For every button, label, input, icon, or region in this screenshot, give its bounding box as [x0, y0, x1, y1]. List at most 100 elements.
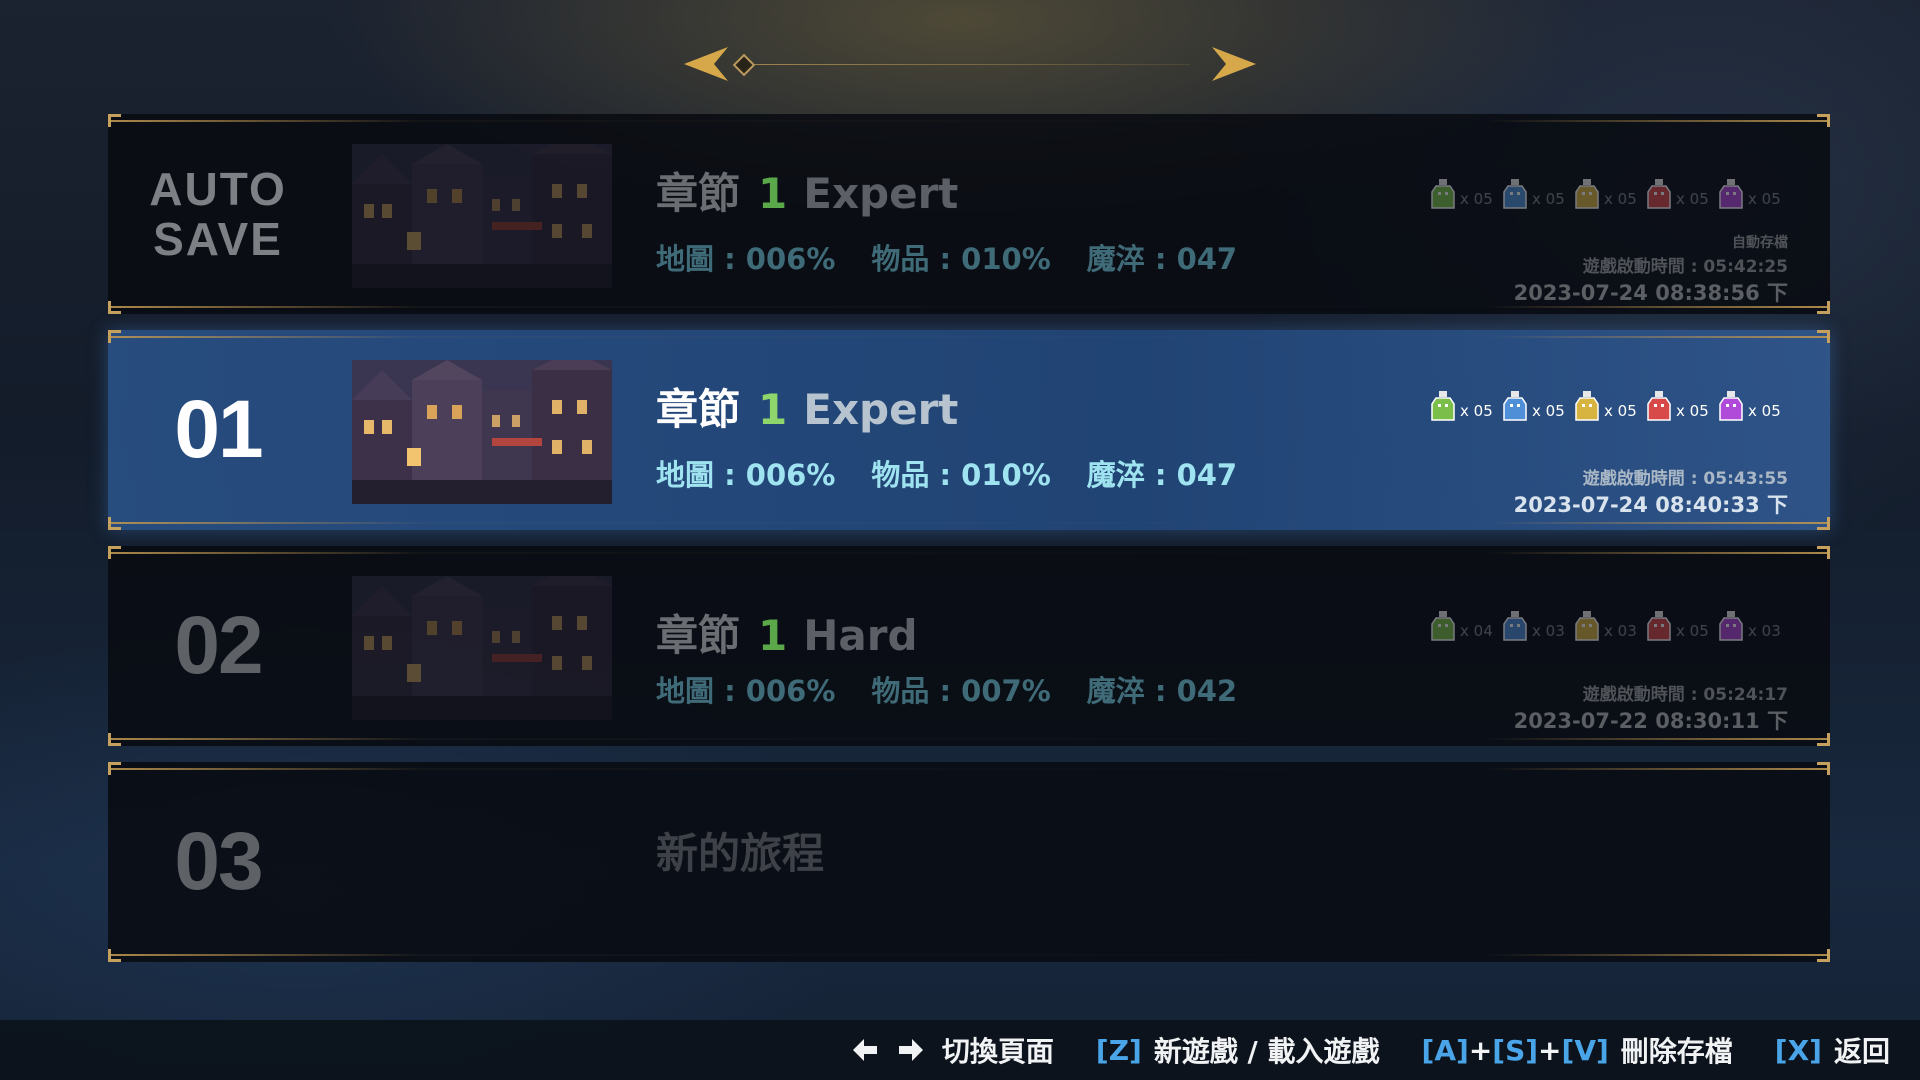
- save-slot-auto[interactable]: AUTO SAVE 章節 1 Expert 地圖 : 006% 物品 : 010% 魔淬…: [108, 114, 1830, 314]
- slot-corner: [108, 762, 121, 775]
- potion-count: x 03: [1748, 622, 1781, 640]
- red-potion-icon: [1646, 178, 1672, 210]
- slot-frame-top: [108, 120, 1830, 122]
- save-thumbnail: [352, 360, 612, 504]
- slot-corner: [108, 517, 121, 530]
- green-potion-icon: [1430, 390, 1456, 422]
- map-progress: 地圖 : 006%: [656, 242, 836, 276]
- slot-corner: [1817, 762, 1830, 775]
- yellow-potion-icon: [1574, 178, 1600, 210]
- save-slot-03[interactable]: 03 新的旅程: [108, 762, 1830, 962]
- item-progress: 物品 : 007%: [871, 674, 1051, 708]
- save-meta: 遊戲啟動時間 : 05:24:17 2023-07-22 08:30:11 下: [1514, 680, 1788, 735]
- potion-count: x 05: [1676, 622, 1709, 640]
- slot-frame-bottom: [108, 522, 1830, 524]
- slot-frame-top: [108, 336, 1830, 338]
- map-progress: 地圖 : 006%: [656, 674, 836, 708]
- chapter-number: 1: [758, 169, 788, 218]
- delete-save-label: 刪除存檔: [1620, 1035, 1733, 1068]
- slot-number: 01: [174, 384, 263, 475]
- potion-count: x 05: [1676, 190, 1709, 208]
- blue-potion-icon: [1502, 390, 1528, 422]
- back-label: 返回: [1833, 1035, 1890, 1068]
- page-indicator-line: [750, 64, 1190, 65]
- essence-count: 魔淬 : 042: [1086, 674, 1238, 708]
- potion-blue: x 05: [1502, 390, 1570, 422]
- chapter-label: 章節 1 Expert: [656, 160, 958, 221]
- potion-count: x 05: [1532, 190, 1565, 208]
- chapter-number: 1: [758, 385, 788, 434]
- progress-stats: 地圖 : 006% 物品 : 007% 魔淬 : 042: [656, 668, 1273, 710]
- plus-sign: +: [1468, 1033, 1493, 1067]
- slot-number: 02: [174, 600, 263, 691]
- potion-purple: x 05: [1718, 390, 1786, 422]
- page-switcher: [680, 45, 1260, 85]
- slot-corner: [1817, 517, 1830, 530]
- hint-delete: [A] + [S] + [V] 刪除存檔: [1422, 1030, 1733, 1070]
- potion-list: x 05 x 05 x 05 x 05 x 05: [1430, 178, 1786, 210]
- slot-corner: [1817, 949, 1830, 962]
- slot-corner: [1817, 546, 1830, 559]
- potion-count: x 05: [1748, 190, 1781, 208]
- potion-list: x 04 x 03 x 03 x 05 x 03: [1430, 610, 1786, 642]
- page-prev-arrow-icon[interactable]: [680, 45, 730, 83]
- potion-green: x 05: [1430, 390, 1498, 422]
- potion-red: x 05: [1646, 610, 1714, 642]
- potion-count: x 03: [1604, 622, 1637, 640]
- potion-count: x 05: [1604, 402, 1637, 420]
- potion-count: x 03: [1532, 622, 1565, 640]
- progress-stats: 地圖 : 006% 物品 : 010% 魔淬 : 047: [656, 236, 1273, 278]
- key-a: [A]: [1421, 1033, 1469, 1067]
- slot-number: 03: [174, 816, 263, 907]
- hint-new-load: [Z] 新遊戲 / 載入遊戲: [1096, 1030, 1380, 1070]
- essence-count: 魔淬 : 047: [1086, 242, 1238, 276]
- potion-count: x 05: [1676, 402, 1709, 420]
- left-arrow-key-icon: [852, 1039, 877, 1061]
- control-hints-bar: 切換頁面 [Z] 新遊戲 / 載入遊戲 [A] + [S] + [V] 刪除存檔 [X]…: [0, 1020, 1920, 1080]
- difficulty-label: Expert: [803, 385, 959, 434]
- save-slot-02[interactable]: 02 章節 1 Hard 地圖 : 006% 物品 : 007% 魔淬 : 042 x …: [108, 546, 1830, 746]
- slot-corner: [1817, 301, 1830, 314]
- slot-corner: [108, 546, 121, 559]
- slot-corner: [1817, 114, 1830, 127]
- play-time: 遊戲啟動時間 : 05:42:25: [1582, 257, 1788, 277]
- new-load-label: 新遊戲 / 載入遊戲: [1153, 1035, 1380, 1068]
- progress-stats: 地圖 : 006% 物品 : 010% 魔淬 : 047: [656, 452, 1273, 494]
- chapter-text: 章節: [656, 169, 741, 218]
- potion-yellow: x 05: [1574, 390, 1642, 422]
- purple-potion-icon: [1718, 390, 1744, 422]
- potion-count: x 05: [1532, 402, 1565, 420]
- purple-potion-icon: [1718, 178, 1744, 210]
- new-journey-label: 新的旅程: [656, 829, 825, 878]
- slot-frame-top: [108, 768, 1830, 770]
- potion-count: x 04: [1460, 622, 1493, 640]
- potion-blue: x 05: [1502, 178, 1570, 210]
- slot-corner: [1817, 330, 1830, 343]
- save-meta: 自動存檔 遊戲啟動時間 : 05:42:25 2023-07-24 08:38:…: [1514, 232, 1788, 307]
- blue-potion-icon: [1502, 610, 1528, 642]
- potion-purple: x 05: [1718, 178, 1786, 210]
- item-progress: 物品 : 010%: [871, 242, 1051, 276]
- potion-purple: x 03: [1718, 610, 1786, 642]
- page-next-arrow-icon[interactable]: [1210, 45, 1260, 83]
- save-date: 2023-07-24 08:40:33 下: [1513, 493, 1788, 517]
- key-x: [X]: [1774, 1033, 1822, 1067]
- essence-count: 魔淬 : 047: [1086, 458, 1238, 492]
- hint-back: [X] 返回: [1775, 1030, 1890, 1070]
- slot-corner: [108, 330, 121, 343]
- yellow-potion-icon: [1574, 610, 1600, 642]
- save-slot-01[interactable]: 01 章節 1 Expert 地圖 : 006% 物品 : 010% 魔淬 : 047 …: [108, 330, 1830, 530]
- plus-sign: +: [1538, 1033, 1562, 1067]
- green-potion-icon: [1430, 178, 1456, 210]
- potion-count: x 05: [1460, 190, 1493, 208]
- purple-potion-icon: [1718, 610, 1744, 642]
- key-s: [S]: [1492, 1033, 1539, 1067]
- slot-frame-bottom: [108, 954, 1830, 956]
- save-meta: 遊戲啟動時間 : 05:43:55 2023-07-24 08:40:33 下: [1514, 464, 1788, 519]
- potion-blue: x 03: [1502, 610, 1570, 642]
- difficulty-label: Expert: [803, 169, 959, 218]
- slot-number: AUTO SAVE: [149, 163, 287, 265]
- save-date: 2023-07-22 08:30:11 下: [1513, 709, 1788, 733]
- blue-potion-icon: [1502, 178, 1528, 210]
- potion-count: x 05: [1460, 402, 1493, 420]
